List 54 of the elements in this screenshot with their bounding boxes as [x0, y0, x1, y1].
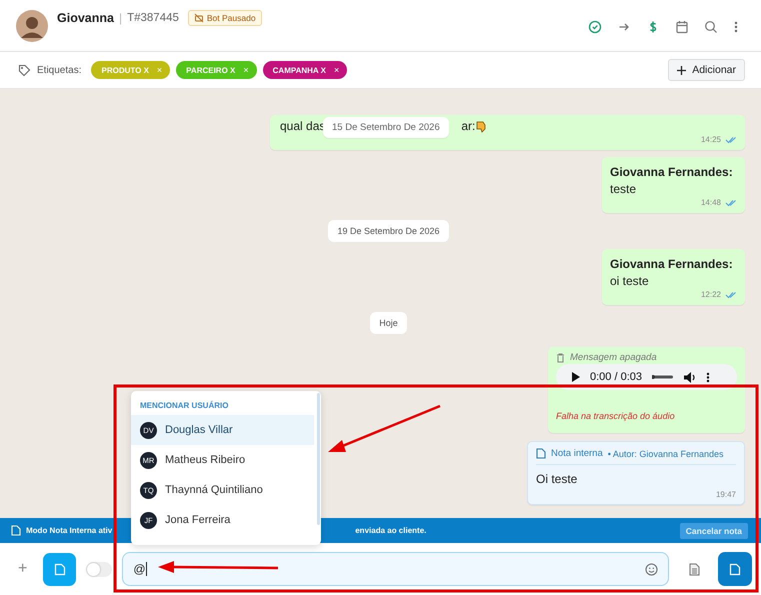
note-mode-button[interactable] [43, 552, 76, 586]
note-icon [11, 525, 21, 536]
note-icon [729, 562, 741, 576]
message-text: ar: [461, 119, 476, 133]
message-time: 14:48 [700, 198, 721, 207]
scrollbar[interactable] [317, 393, 320, 525]
date-chip: 15 De Setembro De 2026 [323, 117, 449, 138]
attach-button[interactable]: + [18, 560, 36, 578]
toggle-switch[interactable] [86, 562, 112, 576]
audio-progress-bar[interactable] [652, 374, 674, 380]
message-text: teste [610, 182, 638, 196]
trash-icon [556, 352, 565, 362]
message-input[interactable]: @ [122, 552, 669, 586]
bot-status-badge: Bot Pausado [188, 10, 262, 26]
add-tag-button[interactable]: Adicionar [668, 59, 745, 81]
avatar-icon [16, 10, 48, 42]
ticket-number: T#387445 [127, 12, 179, 24]
dropdown-title: MENCIONAR USUÁRIO [139, 400, 230, 412]
banner-text: Modo Nota Interna ativ [26, 526, 112, 535]
note-title: Nota interna [551, 448, 603, 459]
message-time: 19:47 [716, 490, 736, 499]
message-author: Giovanna Fernandes: [610, 257, 734, 271]
volume-icon[interactable] [684, 372, 696, 382]
note-icon [536, 448, 546, 459]
check-circle-icon[interactable] [588, 20, 602, 34]
slider-thumb[interactable] [652, 375, 655, 379]
message-text: oi teste [610, 274, 650, 288]
emoji-icon[interactable] [645, 562, 658, 576]
message-author: Giovanna Fernandes: [610, 165, 734, 179]
date-chip: 19 De Setembro De 2026 [328, 220, 449, 242]
banner-text: enviada ao cliente. [355, 526, 426, 535]
search-icon[interactable] [704, 20, 718, 34]
remove-tag-button[interactable]: × [334, 65, 340, 75]
note-text: Oi teste [536, 472, 578, 486]
contact-name: Giovanna [57, 11, 114, 25]
message-time: 12:22 [700, 290, 721, 299]
audio-time: 0:00 / 0:03 [590, 371, 642, 383]
send-button[interactable] [718, 552, 752, 586]
separator: | [118, 11, 122, 25]
note-author: • Autor: Giovanna Fernandes [608, 448, 724, 458]
message-time: 14:25 [700, 135, 721, 144]
calendar-icon[interactable] [675, 20, 689, 34]
pointing-hand-icon [475, 120, 488, 132]
transcription-error: Falha na transcrição do áudio [556, 411, 676, 421]
document-icon[interactable] [689, 562, 700, 576]
plus-icon [677, 66, 686, 74]
deleted-message-label: Mensagem apagada [570, 352, 657, 363]
tags-label: Etiquetas: [37, 64, 82, 76]
play-icon[interactable] [572, 372, 580, 382]
tag-icon [18, 64, 31, 76]
more-icon[interactable] [706, 372, 710, 382]
tag-chip[interactable]: CAMPANHA X × [262, 61, 348, 79]
date-chip: Hoje [370, 312, 407, 334]
note-icon [54, 562, 66, 576]
